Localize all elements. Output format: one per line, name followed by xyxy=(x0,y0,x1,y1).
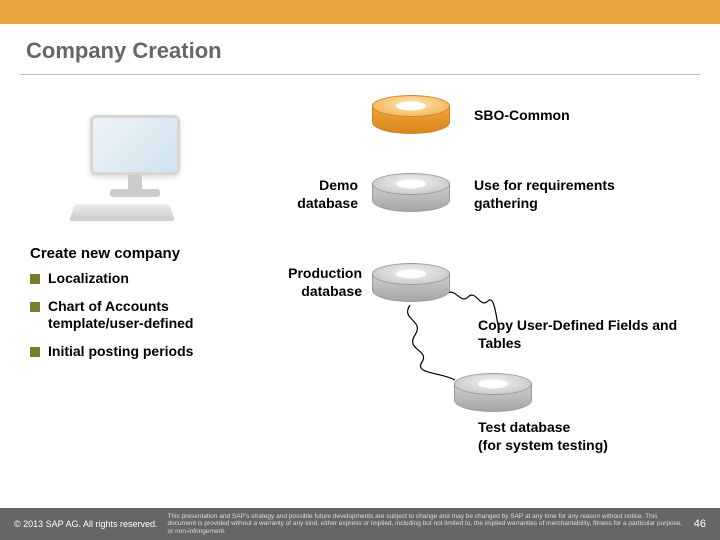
bullet-posting-periods: Initial posting periods xyxy=(30,343,250,361)
production-db-left-label: Productiondatabase xyxy=(262,265,362,300)
sbo-common-db-icon xyxy=(372,95,450,134)
slide-footer: © 2013 SAP AG. All rights reserved. This… xyxy=(0,508,720,540)
demo-db-left-label: Demodatabase xyxy=(258,177,358,212)
footer-page-number: 46 xyxy=(694,518,706,530)
footer-copyright: © 2013 SAP AG. All rights reserved. xyxy=(14,519,158,529)
brand-top-bar xyxy=(0,0,720,24)
test-db-icon xyxy=(454,373,532,412)
create-company-heading: Create new company xyxy=(30,245,180,262)
production-db-icon xyxy=(372,263,450,302)
sbo-common-label: SBO-Common xyxy=(474,107,570,125)
demo-db-right-label: Use for requirements gathering xyxy=(474,177,664,212)
demo-db-icon xyxy=(372,173,450,212)
page-title: Company Creation xyxy=(0,24,720,74)
bullet-localization: Localization xyxy=(30,270,250,288)
diagram-canvas: SBO-Common Demodatabase Use for requirem… xyxy=(0,75,720,485)
bullet-coa: Chart of Accounts template/user-defined xyxy=(30,298,250,333)
footer-legal: This presentation and SAP's strategy and… xyxy=(158,513,694,534)
computer-icon xyxy=(80,115,190,205)
create-company-bullets: Localization Chart of Accounts template/… xyxy=(30,270,250,370)
copy-fields-label: Copy User-Defined Fields and Tables xyxy=(478,317,688,352)
test-db-label: Test database(for system testing) xyxy=(478,419,688,454)
